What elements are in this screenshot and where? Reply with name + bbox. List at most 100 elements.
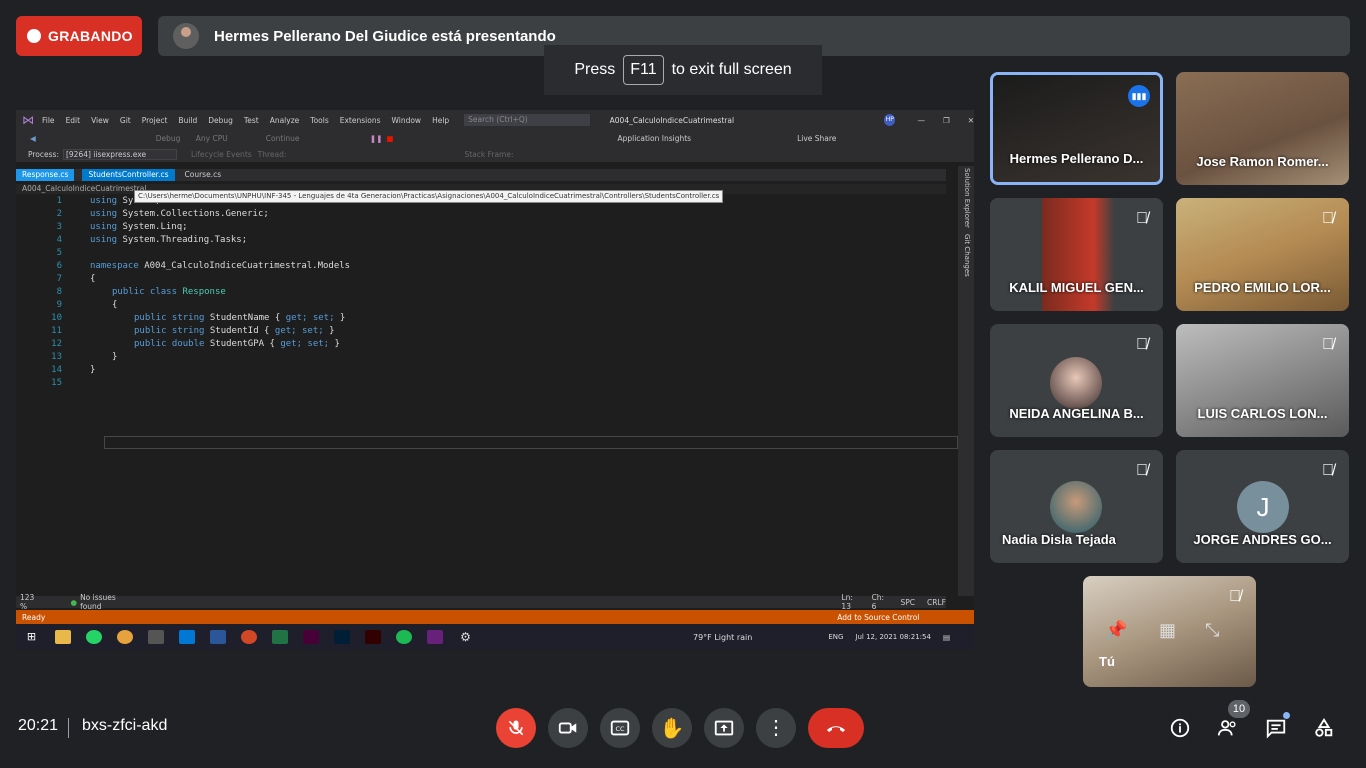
participant-tile-4[interactable]: 🎙̸ PEDRO EMILIO LOR... <box>1176 198 1349 311</box>
activities-button[interactable] <box>1312 716 1336 740</box>
menu-debug[interactable]: Debug <box>208 116 233 125</box>
pin-icon[interactable]: 📌 <box>1105 620 1127 641</box>
self-tile[interactable]: 🎙̸ 📌 ▦ ⤡ Tú <box>1083 576 1256 687</box>
line-indicator: Ln: 13 <box>841 593 853 611</box>
participants-button[interactable] <box>1216 716 1240 740</box>
menu-file[interactable]: File <box>42 116 55 125</box>
meeting-info-button[interactable] <box>1168 716 1192 740</box>
info-icon <box>1170 718 1190 738</box>
present-button[interactable] <box>704 708 744 748</box>
menu-edit[interactable]: Edit <box>66 116 81 125</box>
word-icon[interactable] <box>209 630 226 644</box>
captions-icon: CC <box>610 720 630 736</box>
participant-name-1: Hermes Pellerano D... <box>1009 151 1144 166</box>
code-line-1-kw: using <box>90 196 118 206</box>
participant-tile-6[interactable]: 🎙̸ LUIS CARLOS LON... <box>1176 324 1349 437</box>
restore-icon[interactable]: ❐ <box>943 116 950 125</box>
code-editor[interactable] <box>32 194 958 592</box>
app-insights-button[interactable]: Application Insights <box>617 134 691 143</box>
menu-test[interactable]: Test <box>244 116 259 125</box>
tab-response[interactable]: Response.cs <box>16 169 75 181</box>
code-line-3: System.Linq; <box>117 222 188 232</box>
mic-toggle-button[interactable] <box>496 708 536 748</box>
minimize-icon[interactable]: — <box>917 116 925 125</box>
menu-window[interactable]: Window <box>391 116 421 125</box>
powerpoint-icon[interactable] <box>240 630 257 644</box>
clock[interactable]: Jul 12, 2021 08:21:54 <box>855 633 931 641</box>
participant-tile-7[interactable]: 🎙̸ Nadia Disla Tejada <box>990 450 1163 563</box>
visual-studio-logo-icon: ⋈ <box>22 113 34 127</box>
chat-button[interactable] <box>1264 712 1290 740</box>
menu-project[interactable]: Project <box>142 116 168 125</box>
vscode-icon[interactable] <box>178 630 195 644</box>
menu-extensions[interactable]: Extensions <box>340 116 381 125</box>
menu-help[interactable]: Help <box>432 116 449 125</box>
leave-call-button[interactable] <box>808 708 864 748</box>
user-badge[interactable]: HP <box>884 114 896 126</box>
menu-analyze[interactable]: Analyze <box>270 116 300 125</box>
code-line-8-type: Response <box>177 287 226 297</box>
mic-muted-icon: 🎙̸ <box>1136 462 1148 479</box>
lifecycle-events[interactable]: Lifecycle Events <box>191 150 252 159</box>
menu-tools[interactable]: Tools <box>310 116 328 125</box>
live-share-button[interactable]: Live Share <box>797 134 836 143</box>
code-line-4-kw: using <box>90 235 118 245</box>
participant-tile-2[interactable]: Jose Ramon Romer... <box>1176 72 1349 185</box>
recording-indicator[interactable]: GRABANDO <box>16 16 142 56</box>
weather-status[interactable]: 79°F Light rain <box>693 633 752 642</box>
frame-icon[interactable]: ▦ <box>1159 620 1176 641</box>
tab-course[interactable]: Course.cs <box>179 169 228 181</box>
menu-git[interactable]: Git <box>120 116 131 125</box>
excel-icon[interactable] <box>271 630 288 644</box>
participant-tile-5[interactable]: 🎙̸ NEIDA ANGELINA B... <box>990 324 1163 437</box>
git-changes-tab[interactable]: Git Changes <box>963 234 971 277</box>
chrome-icon[interactable] <box>116 630 133 644</box>
code-line-11-acc: get; set; <box>274 326 324 336</box>
solution-explorer-tab[interactable]: Solution Explorer <box>963 168 971 228</box>
source-control-button[interactable]: Add to Source Control <box>837 613 919 622</box>
language-indicator[interactable]: ENG <box>828 633 843 641</box>
pause-icon[interactable]: ❚❚ <box>370 134 383 143</box>
speaking-indicator-icon: ▮▮▮ <box>1128 85 1150 107</box>
continue-button[interactable]: Continue <box>266 134 310 143</box>
menu-build[interactable]: Build <box>178 116 197 125</box>
mic-muted-icon: 🎙̸ <box>1136 336 1148 353</box>
raise-hand-button[interactable]: ✋ <box>652 708 692 748</box>
visual-studio-icon[interactable] <box>426 630 443 644</box>
stop-icon[interactable]: ■ <box>386 134 393 143</box>
code-line-6-kw: namespace <box>90 261 139 271</box>
file-explorer-icon[interactable] <box>54 630 71 644</box>
participant-tile-1[interactable]: ▮▮▮ Hermes Pellerano D... <box>990 72 1163 185</box>
spotify-icon[interactable] <box>395 630 412 644</box>
participant-tile-3[interactable]: 🎙̸ KALIL MIGUEL GEN... <box>990 198 1163 311</box>
captions-button[interactable]: CC <box>600 708 640 748</box>
minimize-tile-icon[interactable]: ⤡ <box>1205 620 1219 641</box>
tab-students-controller[interactable]: StudentsController.cs <box>82 169 175 181</box>
photoshop-icon[interactable] <box>333 630 350 644</box>
participant-tile-8[interactable]: J 🎙̸ JORGE ANDRES GO... <box>1176 450 1349 563</box>
camera-toggle-button[interactable] <box>548 708 588 748</box>
more-options-button[interactable]: ⋮ <box>756 708 796 748</box>
participant-name-4: PEDRO EMILIO LOR... <box>1194 280 1331 295</box>
close-icon[interactable]: ✕ <box>968 116 974 125</box>
vs-search-input[interactable]: Search (Ctrl+Q) <box>464 114 590 126</box>
illustrator-icon[interactable] <box>364 630 381 644</box>
windows-start-icon[interactable]: ⊞ <box>24 630 40 644</box>
code-line-10-acc: get; set; <box>285 313 335 323</box>
zoom-level[interactable]: 123 % <box>20 593 41 611</box>
settings-gear-icon[interactable]: ⚙ <box>458 630 474 644</box>
notification-icon[interactable]: ▤ <box>943 633 950 642</box>
code-line-11-kw: public string <box>134 326 205 336</box>
back-icon[interactable]: ◀ <box>30 134 36 143</box>
process-dropdown[interactable]: [9264] iisexpress.exe <box>62 148 177 160</box>
whatsapp-icon[interactable] <box>85 630 102 644</box>
issues-status[interactable]: No issues found <box>80 593 131 611</box>
config-dropdown[interactable]: Debug <box>156 134 190 143</box>
xd-icon[interactable] <box>302 630 319 644</box>
platform-dropdown[interactable]: Any CPU <box>196 134 256 143</box>
menu-view[interactable]: View <box>91 116 109 125</box>
more-vert-icon: ⋮ <box>766 717 786 739</box>
spacing-indicator: SPC <box>900 597 916 607</box>
terminal-icon[interactable] <box>147 630 164 644</box>
vs-menubar: ⋈ File Edit View Git Project Build Debug… <box>16 110 974 130</box>
